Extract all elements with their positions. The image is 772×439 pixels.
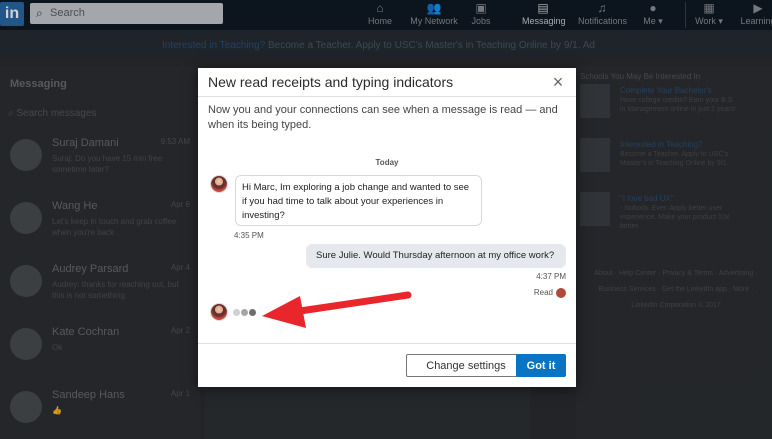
red-arrow-annotation-icon bbox=[262, 291, 412, 328]
